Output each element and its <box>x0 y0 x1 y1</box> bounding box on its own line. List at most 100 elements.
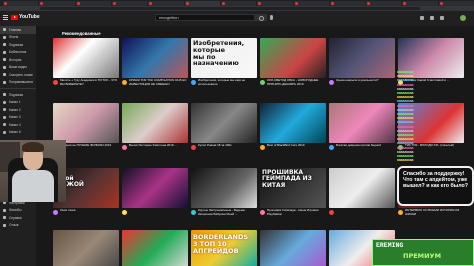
video-card[interactable]: Мелить + Гузу Академия в TIKTOK - ЧТО ВЫ… <box>53 38 119 85</box>
video-card[interactable] <box>53 230 119 266</box>
video-card[interactable] <box>122 230 188 266</box>
channel-avatar[interactable] <box>191 80 196 85</box>
video-thumbnail[interactable] <box>329 103 395 143</box>
video-card[interactable] <box>329 168 395 215</box>
video-title[interactable]: Крутые Экстремальные - Ведьмы Захоронка … <box>198 209 256 216</box>
video-title[interactable]: Реакция на ЛУЧШИЕ ФИЛЬМЫ 2019 <box>60 144 118 148</box>
sidebar-item-label: Канал 5 <box>9 130 21 135</box>
hamburger-menu-icon[interactable] <box>3 15 8 20</box>
channel-avatar[interactable] <box>191 145 196 150</box>
video-thumbnail[interactable] <box>191 103 257 143</box>
channel-avatar[interactable] <box>191 210 196 215</box>
logo-text: YouTube <box>19 14 40 20</box>
video-title[interactable]: Богатая девушка против бедной <box>336 144 394 148</box>
video-card[interactable]: Богатая девушка против бедной <box>329 103 395 150</box>
video-title[interactable]: Купил Passat 18 за 400к <box>198 144 256 148</box>
video-thumbnail[interactable] <box>329 38 395 78</box>
address-bar[interactable] <box>40 7 420 10</box>
sidebar-item[interactable]: Канал 1 <box>0 99 36 107</box>
video-card[interactable]: BORDERLANDS 3 ТОП 10 АПГРЕЙДОВ <box>191 230 257 266</box>
search-input[interactable]: recognition <box>155 14 255 21</box>
video-title[interactable]: Своя тачка <box>60 209 118 213</box>
sidebar-item[interactable]: История <box>0 56 36 64</box>
sidebar-item[interactable]: Главная <box>0 26 36 34</box>
channel-avatar[interactable] <box>122 145 127 150</box>
video-title[interactable]: Мелить + Гузу Академия в TIKTOK - ЧТО ВЫ… <box>60 79 118 86</box>
sidebar-item[interactable]: Канал 2 <box>0 106 36 114</box>
video-thumbnail[interactable] <box>122 168 188 208</box>
sidebar-item[interactable]: Смотреть позже <box>0 71 36 79</box>
sidebar-item[interactable]: Подписки <box>0 91 36 99</box>
channel-avatar-icon <box>3 100 6 104</box>
video-thumbnail[interactable] <box>53 230 119 266</box>
video-title[interactable]: КОЛ-СВЕТОД ОБКА - НОВОГОДНЕЕ ПРИНЯТЬ ДЕК… <box>267 79 325 86</box>
sidebar-item-label: Библиотека <box>9 50 27 55</box>
microphone-icon[interactable] <box>270 15 273 20</box>
channel-avatar[interactable] <box>53 210 58 215</box>
sidebar-item[interactable]: Библиотека <box>0 49 36 57</box>
account-avatar[interactable] <box>460 15 466 21</box>
channel-avatar[interactable] <box>329 80 334 85</box>
channel-avatar[interactable] <box>122 80 127 85</box>
sidebar-item[interactable]: Понравившиеся <box>0 79 36 87</box>
apps-icon[interactable] <box>430 16 434 20</box>
sidebar-item[interactable]: Канал 3 <box>0 114 36 122</box>
create-video-icon[interactable] <box>420 16 424 20</box>
video-title[interactable]: Вызов Ресторан Хэмптона 2019 ... <box>129 144 187 148</box>
sidebar-item-label: Shorts <box>9 35 19 40</box>
video-card[interactable] <box>260 230 326 266</box>
video-thumbnail[interactable] <box>329 168 395 208</box>
video-card[interactable]: Крыка накрыли в реальности? <box>329 38 395 85</box>
sidebar-item-label: Справка <box>9 215 22 220</box>
video-card[interactable]: КРИНЖ ТИК ТОК COMPILATION #115 ЕС ИНВЕСТ… <box>122 38 188 85</box>
video-card[interactable]: КОЛ-СВЕТОД ОБКА - НОВОГОДНЕЕ ПРИНЯТЬ ДЕК… <box>260 38 326 85</box>
sidebar-item[interactable]: Жалобы <box>0 207 36 215</box>
video-card[interactable]: ПРОШИВКА ГЕЙМПАДА ИЗ КИТАЯ Прошивка Геймп… <box>260 168 326 215</box>
video-title[interactable]: Изобретения, которые мы ещё не использов… <box>198 79 256 86</box>
video-thumbnail[interactable]: ПРОШИВКА ГЕЙМПАДА ИЗ КИТАЯ <box>260 168 326 208</box>
video-thumbnail[interactable] <box>260 103 326 143</box>
video-thumbnail[interactable] <box>53 38 119 78</box>
sidebar-item[interactable]: Канал 4 <box>0 121 36 129</box>
video-thumbnail[interactable] <box>191 168 257 208</box>
video-card[interactable]: Купил Passat 18 за 400к <box>191 103 257 150</box>
channel-avatar[interactable] <box>260 145 265 150</box>
sidebar-item[interactable]: Канал 5 <box>0 129 36 137</box>
video-card[interactable]: Best of BlackBird Cars 2019 <box>260 103 326 150</box>
sidebar-item[interactable]: Ваши видео <box>0 64 36 72</box>
notifications-bell-icon[interactable] <box>440 16 444 20</box>
channel-avatar[interactable] <box>260 210 265 215</box>
channel-avatar[interactable] <box>122 210 127 215</box>
video-thumbnail[interactable] <box>53 103 119 143</box>
video-title[interactable]: Прошивка Геймпада - Наша Игровая PlaySta… <box>267 209 325 216</box>
sidebar-item[interactable]: Shorts <box>0 34 36 42</box>
video-card[interactable]: Вызов Ресторан Хэмптона 2019 ... <box>122 103 188 150</box>
video-thumbnail[interactable] <box>122 230 188 266</box>
channel-avatar[interactable] <box>260 80 265 85</box>
library-icon <box>3 50 6 54</box>
channel-avatar[interactable] <box>329 210 334 215</box>
video-title[interactable]: Best of BlackBird Cars 2019 <box>267 144 325 148</box>
video-title[interactable]: Крыка накрыли в реальности? <box>336 79 394 83</box>
sidebar-divider <box>0 88 36 89</box>
badge-subtitle: ПРЕМИУМ <box>403 252 442 260</box>
video-thumbnail[interactable] <box>122 103 188 143</box>
video-thumbnail[interactable] <box>260 38 326 78</box>
sidebar-item-label: История <box>9 57 22 62</box>
channel-avatar[interactable] <box>329 145 334 150</box>
sidebar-item[interactable]: Подписки <box>0 41 36 49</box>
video-thumbnail[interactable]: BORDERLANDS 3 ТОП 10 АПГРЕЙДОВ <box>191 230 257 266</box>
sidebar-item[interactable]: Справка <box>0 214 36 222</box>
sidebar-item[interactable]: Отзыв <box>0 222 36 230</box>
video-title[interactable]: КРИНЖ ТИК ТОК COMPILATION #115 ЕС ИНВЕСТ… <box>129 79 187 86</box>
video-card[interactable] <box>122 168 188 215</box>
video-thumbnail[interactable] <box>122 38 188 78</box>
channel-avatar[interactable] <box>53 80 58 85</box>
video-card[interactable]: Реакция на ЛУЧШИЕ ФИЛЬМЫ 2019 <box>53 103 119 150</box>
video-card[interactable]: Изобретения, которые мы по назначению Изо… <box>191 38 257 85</box>
youtube-logo[interactable]: YouTube <box>11 14 40 20</box>
video-card[interactable]: Крутые Экстремальные - Ведьмы Захоронка … <box>191 168 257 215</box>
search-button[interactable] <box>255 14 267 21</box>
video-thumbnail[interactable]: Изобретения, которые мы по назначению <box>191 38 257 78</box>
video-thumbnail[interactable] <box>260 230 326 266</box>
